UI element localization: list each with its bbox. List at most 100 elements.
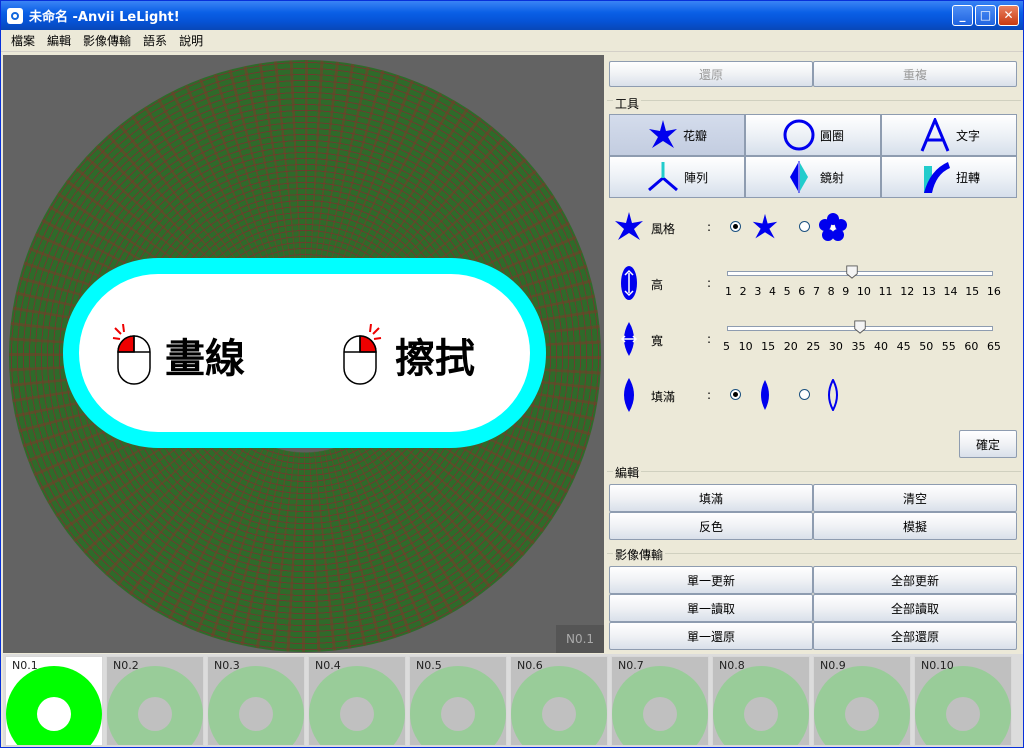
menu-transfer[interactable]: 影像傳輸	[77, 32, 137, 49]
divider	[607, 553, 1021, 554]
tool-circle-button[interactable]: 圓圈	[745, 114, 881, 156]
height-tick: 7	[812, 285, 820, 298]
outline-petal-icon	[828, 379, 838, 411]
star-style-icon	[752, 213, 778, 239]
tool-mirror-button[interactable]: 鏡射	[745, 156, 881, 198]
menu-edit[interactable]: 編輯	[41, 32, 77, 49]
minimize-button[interactable]: _	[952, 5, 973, 26]
height-icon	[621, 266, 637, 300]
height-tick: 16	[986, 285, 1001, 298]
page-thumbnail[interactable]: N0.3	[207, 656, 305, 746]
maximize-button[interactable]: □	[975, 5, 996, 26]
width-tick: 20	[783, 340, 798, 353]
page-disc-hole	[138, 697, 172, 731]
page-label: N0.3	[214, 659, 240, 672]
style-colon: :	[707, 220, 712, 234]
width-tick: 30	[828, 340, 843, 353]
menu-help[interactable]: 說明	[173, 32, 209, 49]
page-disc-hole	[239, 697, 273, 731]
page-label: N0.2	[113, 659, 139, 672]
clear-button[interactable]: 清空	[813, 484, 1017, 512]
single-restore-button[interactable]: 單一還原	[609, 622, 813, 650]
width-tick: 50	[919, 340, 934, 353]
tool-array-button[interactable]: 陣列	[609, 156, 745, 198]
simulate-button[interactable]: 模擬	[813, 512, 1017, 540]
page-thumbnail[interactable]: N0.7	[611, 656, 709, 746]
fill-radio-solid[interactable]	[730, 389, 741, 400]
menu-file[interactable]: 檔案	[5, 32, 41, 49]
edit-group-title: 編輯	[613, 464, 642, 481]
page-thumbnail[interactable]: N0.5	[409, 656, 507, 746]
page-thumbnail[interactable]: N0.9	[813, 656, 911, 746]
page-thumbnail[interactable]: N0.10	[914, 656, 1012, 746]
menu-language[interactable]: 語系	[137, 32, 173, 49]
tool-panel: 還原 重複 工具 花瓣 圓圈 文字 陣列 鏡射 扭轉 風格: 高: 1 2 …	[605, 55, 1023, 653]
page-thumbnail[interactable]: N0.6	[510, 656, 608, 746]
page-disc-hole	[340, 697, 374, 731]
confirm-button[interactable]: 確定	[959, 430, 1017, 458]
tool-petal-button[interactable]: 花瓣	[609, 114, 745, 156]
tool-twist-button[interactable]: 扭轉	[881, 156, 1017, 198]
window-title: 未命名 -Anvii LeLight!	[29, 10, 180, 25]
width-tick: 10	[738, 340, 753, 353]
height-slider-ticks: 1 2 3 4 5 6 7 8 9 10 11 12 13 14 15 16	[725, 285, 1001, 298]
page-label: N0.6	[517, 659, 543, 672]
single-read-button[interactable]: 單一讀取	[609, 594, 813, 622]
height-tick: 14	[943, 285, 958, 298]
page-disc-hole	[744, 697, 778, 731]
title-bar[interactable]: 未命名 -Anvii LeLight! _ □ ✕	[1, 1, 1023, 30]
undo-button[interactable]: 還原	[609, 61, 813, 87]
divider	[607, 471, 1021, 472]
invert-button[interactable]: 反色	[609, 512, 813, 540]
usage-hint-overlay: 畫線 擦拭	[63, 258, 546, 448]
height-tick: 2	[739, 285, 747, 298]
tool-text-button[interactable]: 文字	[881, 114, 1017, 156]
current-page-tag: N0.1	[556, 625, 604, 653]
page-disc-hole	[37, 697, 71, 731]
all-update-button[interactable]: 全部更新	[813, 566, 1017, 594]
page-thumbnail[interactable]: N0.1	[5, 656, 103, 746]
page-thumbnail[interactable]: N0.2	[106, 656, 204, 746]
style-radio-star[interactable]	[730, 221, 741, 232]
mirror-icon	[789, 161, 808, 193]
width-tick: 15	[761, 340, 776, 353]
app-logo-icon	[7, 7, 23, 24]
fill-radio-outline[interactable]	[799, 389, 810, 400]
height-slider-track[interactable]	[727, 271, 993, 276]
height-tick: 1	[725, 285, 732, 298]
height-label: 高	[651, 278, 664, 292]
height-tick: 6	[798, 285, 806, 298]
menu-bar: 檔案 編輯 影像傳輸 語系 說明	[1, 30, 1023, 52]
all-restore-button[interactable]: 全部還原	[813, 622, 1017, 650]
height-slider-thumb[interactable]	[845, 265, 859, 279]
page-thumbnail[interactable]: N0.8	[712, 656, 810, 746]
hint-erase-label: 擦拭	[395, 336, 475, 382]
close-button[interactable]: ✕	[998, 5, 1019, 26]
width-tick: 40	[874, 340, 889, 353]
fill-button[interactable]: 填滿	[609, 484, 813, 512]
tool-twist-label: 扭轉	[955, 170, 980, 185]
page-label: N0.7	[618, 659, 644, 672]
width-slider-thumb[interactable]	[853, 320, 867, 334]
right-mouse-button-icon	[343, 324, 382, 385]
style-radio-flower[interactable]	[799, 221, 810, 232]
width-slider-ticks: 5 10 15 20 25 30 35 40 45 50 55 60 65	[723, 340, 1001, 353]
fill-colon: :	[707, 388, 712, 402]
all-read-button[interactable]: 全部讀取	[813, 594, 1017, 622]
solid-petal-icon	[761, 380, 769, 410]
height-tick: 5	[783, 285, 791, 298]
hint-draw-label: 畫線	[165, 336, 245, 382]
page-disc-hole	[441, 697, 475, 731]
height-tick: 8	[827, 285, 835, 298]
height-tick: 11	[878, 285, 893, 298]
page-label: N0.5	[416, 659, 442, 672]
page-thumbnail[interactable]: N0.4	[308, 656, 406, 746]
redo-button[interactable]: 重複	[813, 61, 1017, 87]
height-colon: :	[707, 276, 712, 290]
tool-petal-label: 花瓣	[682, 128, 707, 143]
single-update-button[interactable]: 單一更新	[609, 566, 813, 594]
app-window: 未命名 -Anvii LeLight! _ □ ✕ 檔案 編輯 影像傳輸 語系 …	[0, 0, 1024, 748]
page-disc-hole	[946, 697, 980, 731]
page-label: N0.10	[921, 659, 954, 672]
drawing-canvas[interactable]: 畫線 擦拭 N0.1	[3, 55, 604, 653]
